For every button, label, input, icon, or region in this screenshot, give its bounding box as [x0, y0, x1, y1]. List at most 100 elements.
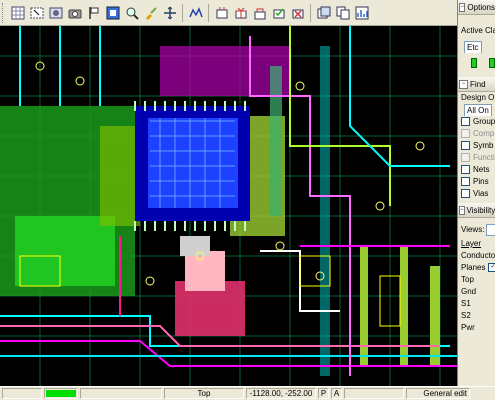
- zoom-icon: [126, 7, 139, 20]
- conductors-label: Conductors: [461, 251, 495, 260]
- part-button[interactable]: [213, 4, 230, 22]
- options-header[interactable]: − Options: [458, 0, 495, 15]
- zoom-button[interactable]: [123, 4, 140, 22]
- collapse-icon[interactable]: −: [459, 205, 465, 215]
- check-icon: [273, 8, 284, 18]
- visibility-title: Visibility: [466, 205, 495, 215]
- nets-checkbox[interactable]: [461, 165, 470, 175]
- layer-row-pwr[interactable]: Pwr: [458, 322, 495, 334]
- find-item-symb: Symb: [458, 140, 495, 152]
- component-button[interactable]: [104, 4, 121, 22]
- active-layer-indicator: Top: [164, 388, 244, 399]
- find-item-comp: Comp: [458, 128, 495, 140]
- layer-row-s1[interactable]: S1: [458, 298, 495, 310]
- p-indicator[interactable]: P: [318, 388, 329, 399]
- layer-column-header[interactable]: Layer: [458, 238, 495, 250]
- find-title: Find: [470, 79, 486, 89]
- brush-button[interactable]: [142, 4, 159, 22]
- alt-color-swatch[interactable]: [489, 58, 495, 68]
- active-color-swatch[interactable]: [471, 58, 477, 68]
- lock-icon: [254, 8, 265, 19]
- main-toolbar: [0, 0, 457, 26]
- grid-icon: [11, 6, 24, 19]
- collapse-icon[interactable]: −: [459, 2, 466, 12]
- gift-button[interactable]: [232, 4, 249, 22]
- group-label: Group: [473, 117, 495, 126]
- progress-fill: [46, 390, 76, 397]
- part-icon: [216, 6, 227, 18]
- layer-row-gnd[interactable]: Gnd: [458, 286, 495, 298]
- collapse-icon[interactable]: −: [459, 79, 468, 89]
- find-item-nets: Nets: [458, 164, 495, 176]
- lock-button[interactable]: [251, 4, 268, 22]
- toolbar-separator: [310, 3, 311, 22]
- camera-icon: [68, 9, 81, 18]
- select-button[interactable]: [28, 4, 45, 22]
- copy-button[interactable]: [334, 4, 351, 22]
- views-label: Views:: [461, 225, 485, 234]
- pins-checkbox[interactable]: [461, 177, 470, 187]
- chart-icon: [355, 6, 368, 19]
- brush-icon: [145, 6, 157, 20]
- grid-button[interactable]: [9, 4, 26, 22]
- flag-button[interactable]: [85, 4, 102, 22]
- group-checkbox[interactable]: [461, 117, 470, 127]
- vias-label: Vias: [473, 189, 489, 198]
- layer-row-s2[interactable]: S2: [458, 310, 495, 322]
- layer-row-top[interactable]: Top: [458, 274, 495, 286]
- active-class-select[interactable]: Etc: [464, 41, 482, 53]
- all-on-button[interactable]: All On: [464, 104, 492, 116]
- views-select[interactable]: [486, 223, 495, 236]
- planes-label: Planes: [461, 263, 486, 272]
- check-button[interactable]: [270, 4, 287, 22]
- toolbar-separator: [182, 3, 183, 22]
- move-button[interactable]: [161, 4, 178, 22]
- route-icon: [188, 6, 203, 17]
- pcb-board-drawing[interactable]: [0, 26, 457, 386]
- find-item-pins: Pins: [458, 176, 495, 188]
- status-bar: Top -1128.00, -252.00 P A General edit: [0, 386, 495, 400]
- flag-icon: [88, 6, 98, 19]
- chart-button[interactable]: [353, 4, 370, 22]
- planes-checkbox[interactable]: ✓: [488, 263, 495, 273]
- unroute-button[interactable]: [289, 4, 306, 22]
- design-object-label: Design O: [461, 93, 495, 102]
- symb-label: Symb: [473, 141, 494, 150]
- gift-icon: [235, 7, 246, 18]
- functi-checkbox: [461, 153, 470, 163]
- symb-checkbox[interactable]: [461, 141, 470, 151]
- window-button[interactable]: [315, 4, 332, 22]
- progress-cell: [44, 388, 78, 399]
- toolbar-separator: [208, 3, 209, 22]
- functi-label: Functi: [473, 153, 495, 162]
- status-spacer-cell-2: [344, 388, 404, 399]
- window-icon: [317, 6, 330, 18]
- copy-icon: [336, 6, 349, 19]
- find-item-functi: Functi: [458, 152, 495, 164]
- route-button[interactable]: [187, 4, 204, 22]
- comp-checkbox: [461, 129, 470, 139]
- status-blank-cell: [2, 388, 42, 399]
- camera-button[interactable]: [66, 4, 83, 22]
- status-spacer-cell: [80, 388, 162, 399]
- edit-mode-indicator: General edit: [406, 388, 470, 399]
- nets-label: Nets: [473, 165, 490, 174]
- unroute-icon: [292, 9, 303, 18]
- image-button[interactable]: [47, 4, 64, 22]
- active-class-label: Active Cla: [461, 26, 495, 35]
- right-side-panel: − Options Active Cla Etc − Find Design O…: [457, 0, 495, 386]
- pins-label: Pins: [473, 177, 489, 186]
- a-indicator[interactable]: A: [331, 388, 342, 399]
- pcb-layout-canvas[interactable]: [0, 26, 457, 386]
- coordinate-readout: -1128.00, -252.00: [246, 388, 316, 399]
- comp-label: Comp: [473, 129, 495, 138]
- toolbar-grip[interactable]: [2, 2, 6, 23]
- find-header[interactable]: − Find: [458, 77, 495, 92]
- vias-checkbox[interactable]: [461, 189, 470, 199]
- find-item-group: Group: [458, 116, 495, 128]
- component-icon: [106, 6, 119, 19]
- select-icon: [30, 7, 43, 18]
- visibility-header[interactable]: − Visibility: [458, 203, 495, 218]
- options-title: Options: [467, 2, 495, 12]
- image-icon: [49, 7, 62, 18]
